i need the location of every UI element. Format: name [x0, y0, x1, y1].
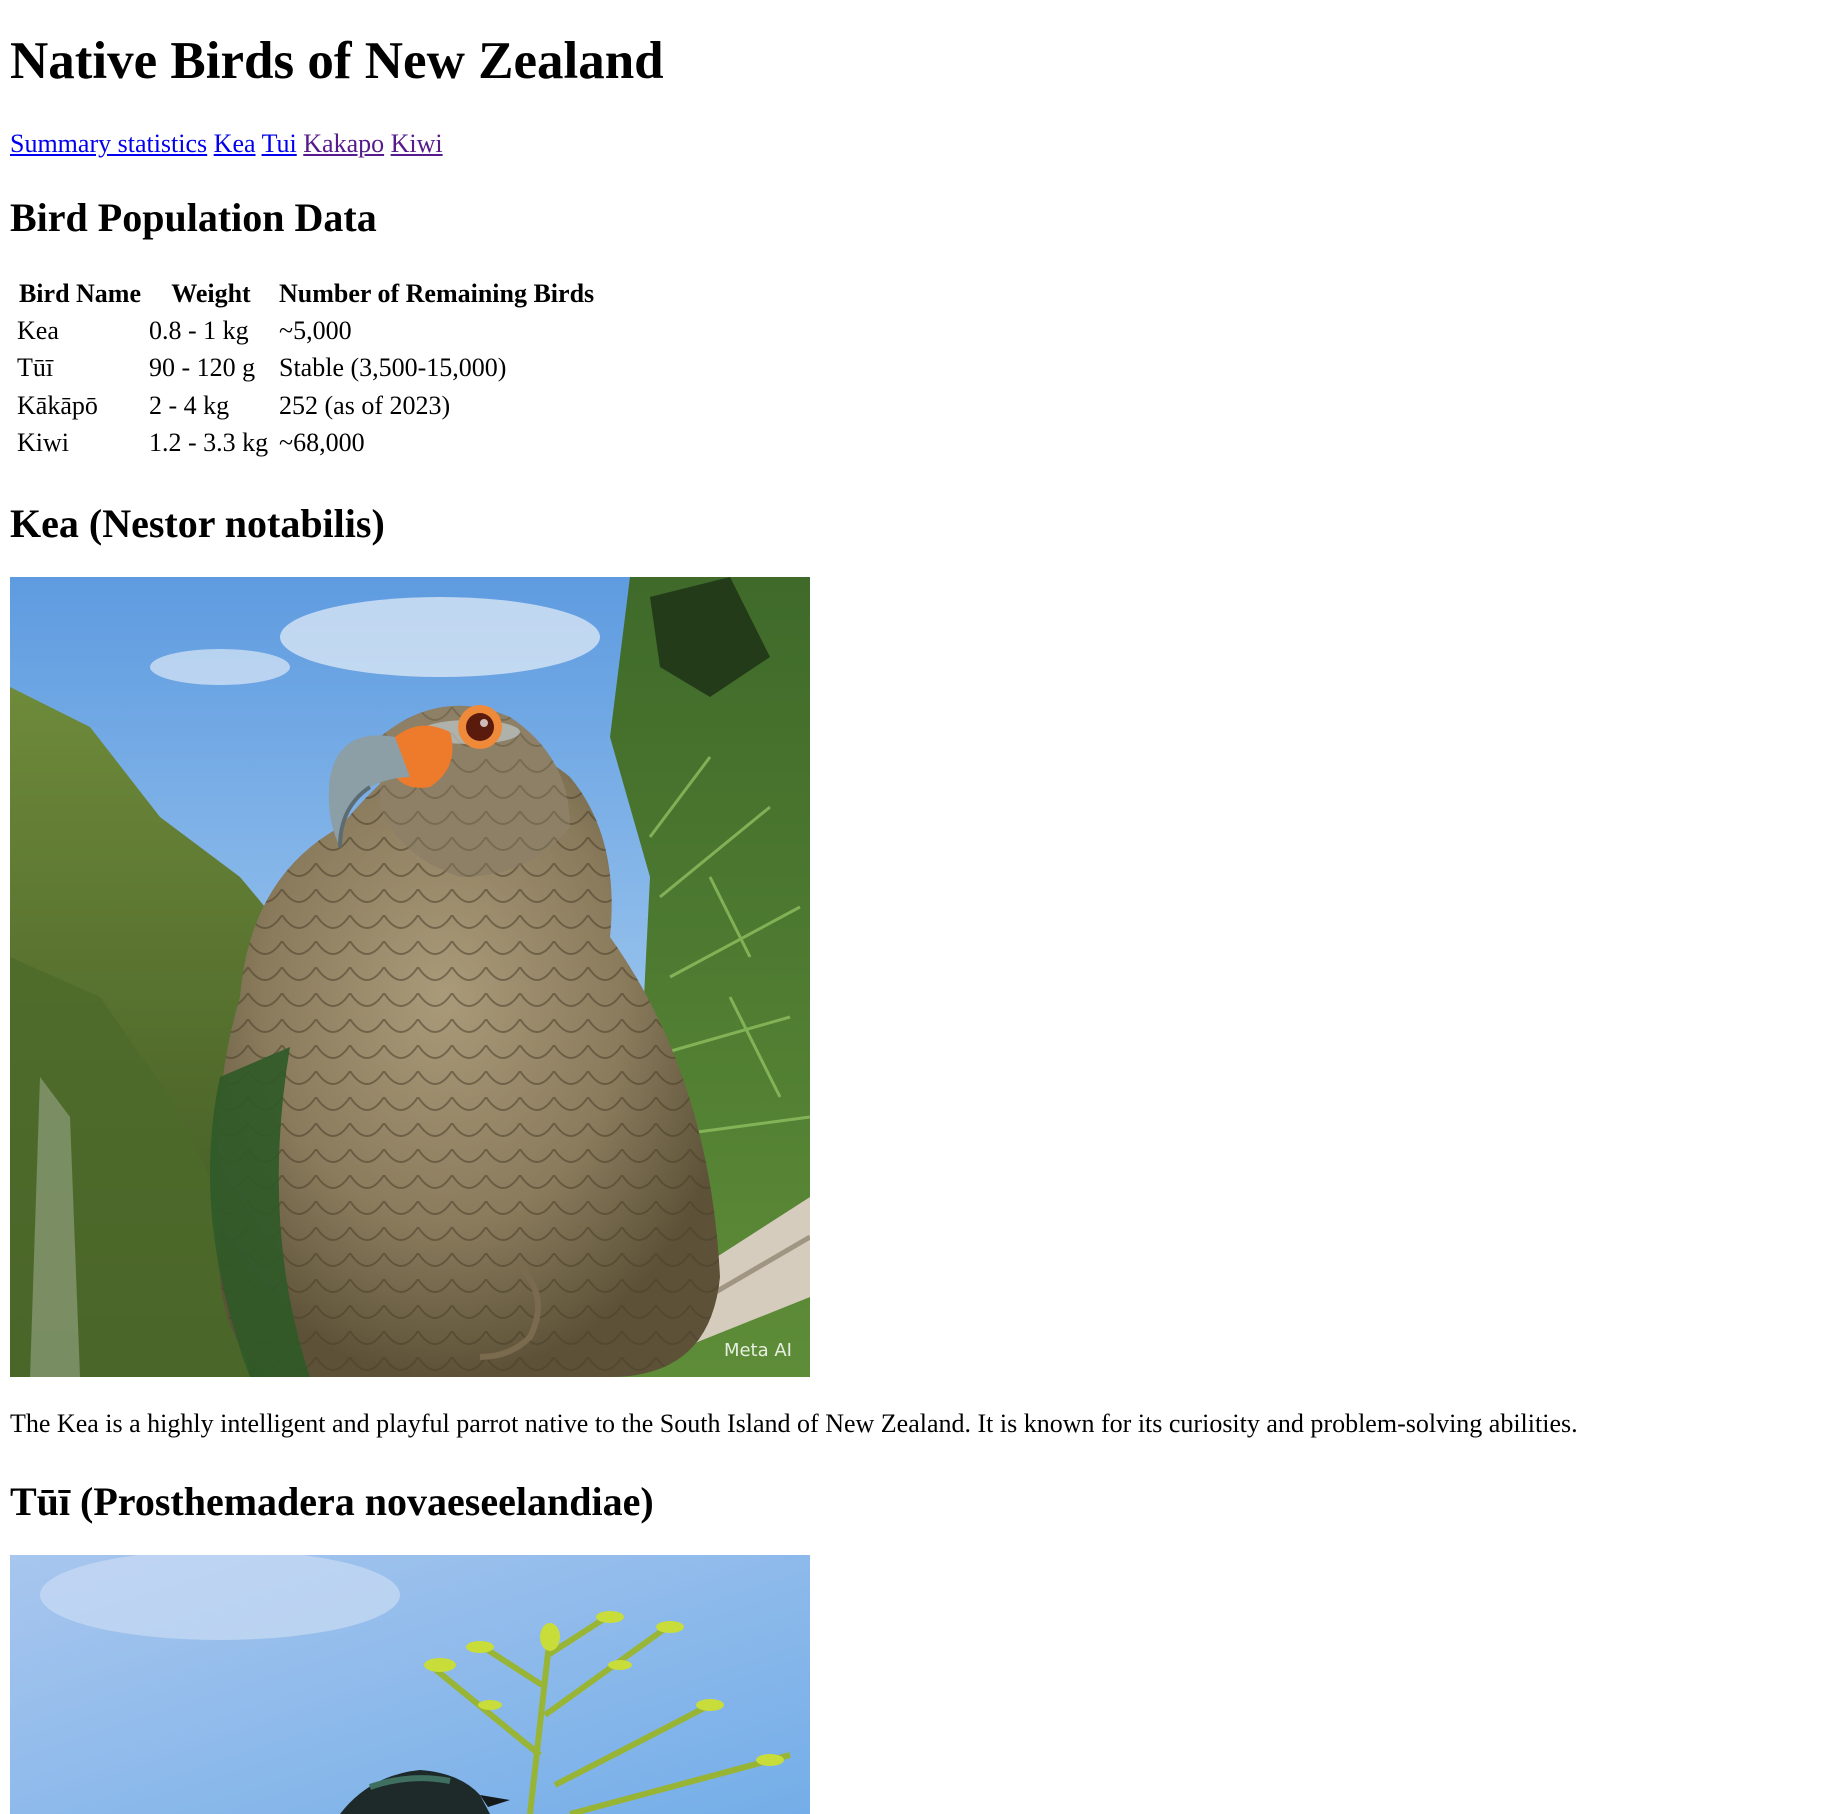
population-heading: Bird Population Data: [10, 195, 377, 240]
cell-weight: 1.2 - 3.3 kg: [149, 427, 269, 457]
cell-bird-name: Kākāpō: [17, 390, 98, 420]
nav-link-kakapo[interactable]: Kakapo: [303, 129, 384, 158]
nav-link-tui[interactable]: Tui: [262, 129, 297, 158]
tui-heading: Tūī (Prosthemadera novaeseelandiae): [10, 1479, 654, 1524]
cell-weight: 0.8 - 1 kg: [149, 316, 249, 346]
column-header-weight: Weight: [171, 279, 251, 308]
cell-bird-name: Kea: [17, 316, 59, 346]
cell-bird-name: Tūī: [17, 353, 54, 383]
cell-weight: 2 - 4 kg: [149, 390, 230, 420]
population-table: Bird Name Weight Number of Remaining Bir…: [13, 274, 598, 462]
image-watermark: Meta AI: [723, 1340, 792, 1361]
page-title: Native Birds of New Zealand: [10, 32, 664, 90]
nav-link-summary-statistics[interactable]: Summary statistics: [10, 129, 207, 158]
table-row: Kākāpō 2 - 4 kg 252 (as of 2023): [15, 388, 596, 423]
kea-description: The Kea is a highly intelligent and play…: [10, 1409, 1578, 1438]
table-header-row: Bird Name Weight Number of Remaining Bir…: [15, 276, 596, 311]
table-row: Tūī 90 - 120 g Stable (3,500-15,000): [15, 350, 596, 385]
nav-link-kea[interactable]: Kea: [214, 129, 256, 158]
table-row: Kiwi 1.2 - 3.3 kg ~68,000: [15, 425, 596, 460]
cell-bird-name: Kiwi: [17, 427, 69, 457]
kea-photo: Meta AI: [10, 577, 810, 1377]
cell-weight: 90 - 120 g: [149, 353, 256, 383]
table-row: Kea 0.8 - 1 kg ~5,000: [15, 313, 596, 348]
tui-photo: [10, 1555, 810, 1814]
kea-heading: Kea (Nestor notabilis): [10, 501, 385, 546]
cell-remaining: ~5,000: [279, 316, 352, 346]
nav-link-kiwi[interactable]: Kiwi: [391, 129, 443, 158]
column-header-bird-name: Bird Name: [18, 279, 142, 308]
column-header-remaining: Number of Remaining Birds: [279, 279, 595, 308]
cell-remaining: Stable (3,500-15,000): [279, 353, 507, 383]
cell-remaining: ~68,000: [279, 427, 365, 457]
nav-links: Summary statistics Kea Tui Kakapo Kiwi: [10, 128, 443, 159]
cell-remaining: 252 (as of 2023): [279, 390, 451, 420]
